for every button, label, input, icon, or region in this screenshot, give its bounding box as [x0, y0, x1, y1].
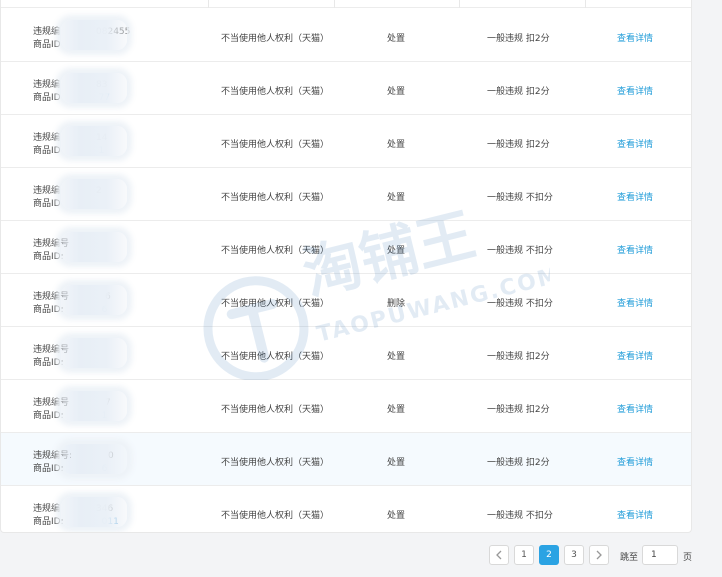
violation-level: 一般违规 扣2分	[487, 34, 550, 44]
page-button-1[interactable]: 1	[514, 545, 534, 565]
view-details-link[interactable]: 查看详情	[617, 508, 653, 521]
product-id: 商品ID	[33, 37, 61, 50]
action-taken: 处置	[387, 511, 406, 521]
redaction-blur	[61, 20, 127, 50]
violation-level: 一般违规 扣2分	[487, 352, 550, 362]
view-details-link[interactable]: 查看详情	[617, 455, 653, 468]
next-page-button[interactable]	[589, 545, 609, 565]
product-id-label: 商品ID:	[33, 517, 64, 527]
chevron-right-icon	[596, 550, 602, 560]
product-id: 商品ID:	[33, 355, 64, 368]
chevron-left-icon	[496, 550, 502, 560]
violation-level: 一般违规 扣2分	[487, 405, 550, 415]
table-row: 违规编号 商品ID: 不当使用他人权利（天猫） 处置 一般违规 不扣分 查看详情	[1, 221, 691, 274]
action-taken: 处置	[387, 352, 406, 362]
product-id: 商品ID:	[33, 249, 64, 262]
violation-reason: 不当使用他人权利（天猫）	[221, 140, 330, 150]
violation-reason: 不当使用他人权利（天猫）	[221, 87, 330, 97]
table-row: 违规编号7商品ID:1不当使用他人权利（天猫）处置一般违规 扣2分查看详情	[1, 380, 691, 433]
page-button-3[interactable]: 3	[564, 545, 584, 565]
redaction-blur	[61, 232, 127, 262]
action-taken: 处置	[387, 405, 406, 415]
goto-label: 跳至	[620, 553, 639, 563]
view-details-link[interactable]: 查看详情	[617, 137, 653, 150]
page-button-2[interactable]: 2	[539, 545, 559, 565]
violation-reason: 不当使用他人权利（天猫）	[221, 458, 330, 468]
goto-page-input[interactable]	[642, 545, 678, 565]
product-id-label: 商品ID	[33, 93, 61, 103]
violation-level: 一般违规 扣2分	[487, 458, 550, 468]
prev-page-button[interactable]	[489, 545, 509, 565]
redaction-blur	[61, 285, 127, 315]
redaction-blur	[61, 338, 127, 368]
view-details-link[interactable]: 查看详情	[617, 296, 653, 309]
violation-level: 一般违规 不扣分	[487, 246, 553, 256]
violation-level: 一般违规 扣2分	[487, 87, 550, 97]
violation-reason: 不当使用他人权利（天猫）	[221, 299, 330, 309]
violation-id-label: 违规编	[33, 504, 61, 514]
action-taken: 删除	[387, 299, 406, 309]
action-taken: 处置	[387, 246, 406, 256]
table-row: 违规编号6商品ID:6不当使用他人权利（天猫）删除一般违规 不扣分查看详情	[1, 274, 691, 327]
action-taken: 处置	[387, 34, 406, 44]
table-row: 违规编14商品ID1不当使用他人权利（天猫）处置一般违规 扣2分查看详情	[1, 115, 691, 168]
table-row: 违规编346商品ID:011不当使用他人权利（天猫）处置一般违规 不扣分查看详情	[1, 486, 691, 532]
violation-id-label: 违规编	[33, 80, 61, 90]
violation-id-label: 违规编	[33, 133, 61, 143]
view-details-link[interactable]: 查看详情	[617, 402, 653, 415]
violations-table: 违规编082455商品ID不当使用他人权利（天猫）处置一般违规 扣2分查看详情违…	[0, 0, 692, 533]
violation-level: 一般违规 不扣分	[487, 299, 553, 309]
product-id: 商品ID	[33, 196, 61, 209]
product-id-label: 商品ID:	[33, 305, 64, 315]
table-row: 违规编号:0商品ID:6不当使用他人权利（天猫）处置一般违规 扣2分查看详情	[1, 433, 691, 486]
view-details-link[interactable]: 查看详情	[617, 243, 653, 256]
violation-level: 一般违规 扣2分	[487, 140, 550, 150]
violation-id-label: 违规编	[33, 27, 61, 37]
action-taken: 处置	[387, 140, 406, 150]
table-row: 违规编83商品ID77不当使用他人权利（天猫）处置一般违规 扣2分查看详情	[1, 62, 691, 115]
violation-reason: 不当使用他人权利（天猫）	[221, 34, 330, 44]
redaction-blur	[61, 126, 127, 156]
product-id-label: 商品ID:	[33, 464, 64, 474]
table-row: 违规编号 商品ID: 不当使用他人权利（天猫） 处置 一般违规 扣2分 查看详情	[1, 327, 691, 380]
product-id-label: 商品ID:	[33, 252, 64, 262]
redaction-blur	[61, 391, 127, 421]
table-row: 违规编082455商品ID不当使用他人权利（天猫）处置一般违规 扣2分查看详情	[1, 9, 691, 62]
redaction-blur	[61, 444, 127, 474]
product-id-label: 商品ID	[33, 146, 61, 156]
violation-reason: 不当使用他人权利（天猫）	[221, 193, 330, 203]
product-id-label: 商品ID:	[33, 411, 64, 421]
violation-level: 一般违规 不扣分	[487, 511, 553, 521]
view-details-link[interactable]: 查看详情	[617, 190, 653, 203]
view-details-link[interactable]: 查看详情	[617, 84, 653, 97]
action-taken: 处置	[387, 87, 406, 97]
table-header	[1, 0, 691, 8]
redaction-blur	[61, 497, 127, 527]
table-row: 违规编2商品ID不当使用他人权利（天猫）处置一般违规 不扣分查看详情	[1, 168, 691, 221]
view-details-link[interactable]: 查看详情	[617, 31, 653, 44]
action-taken: 处置	[387, 193, 406, 203]
page-unit-label: 页	[683, 553, 693, 563]
redaction-blur	[61, 73, 127, 103]
violation-reason: 不当使用他人权利（天猫）	[221, 352, 330, 362]
redaction-blur	[61, 179, 127, 209]
product-id-label: 商品ID	[33, 199, 61, 209]
violation-id-label: 违规编	[33, 186, 61, 196]
violation-level: 一般违规 不扣分	[487, 193, 553, 203]
violation-reason: 不当使用他人权利（天猫）	[221, 246, 330, 256]
product-id-label: 商品ID	[33, 40, 61, 50]
product-id-label: 商品ID:	[33, 358, 64, 368]
action-taken: 处置	[387, 458, 406, 468]
view-details-link[interactable]: 查看详情	[617, 349, 653, 362]
violation-reason: 不当使用他人权利（天猫）	[221, 405, 330, 415]
violation-reason: 不当使用他人权利（天猫）	[221, 511, 330, 521]
